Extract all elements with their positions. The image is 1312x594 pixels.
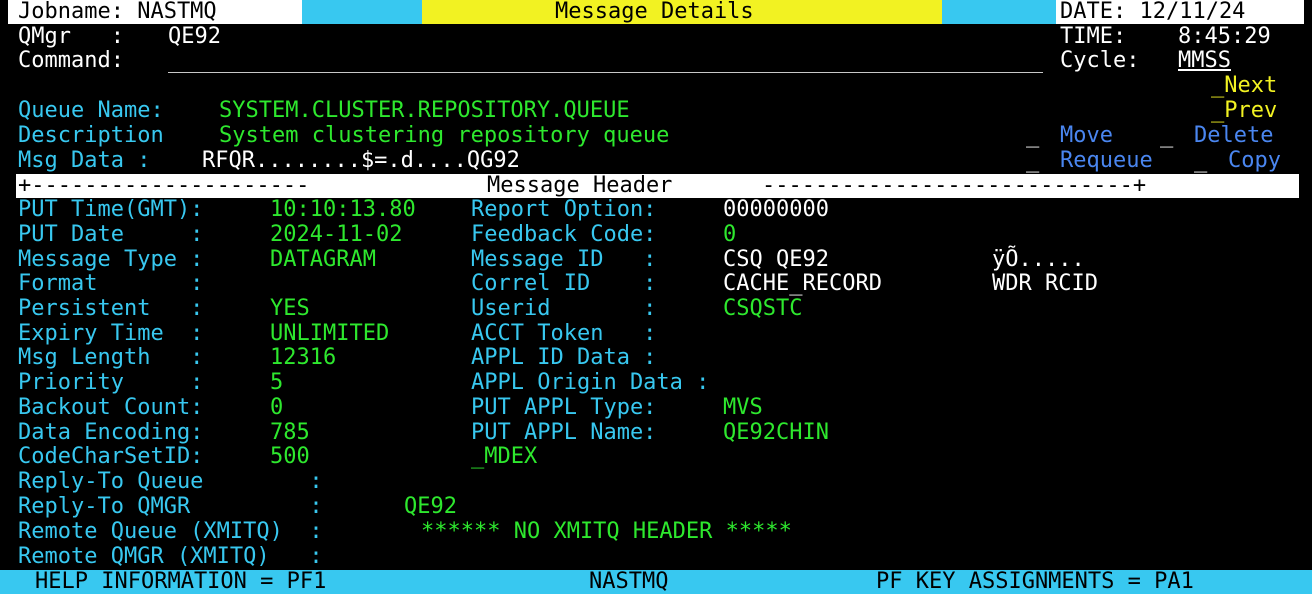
msg-data-value: RFQR........$=.d....QG92 [202, 148, 520, 173]
description-value: System clustering repository queue [219, 123, 670, 148]
correl-id-extra: WDR RCID [992, 271, 1098, 296]
report-option-label: Report Option: [471, 197, 657, 222]
codecharsetid-label: CodeCharSetID: [18, 444, 204, 469]
pf-key-assignments: PF KEY ASSIGNMENTS = PA1 [876, 569, 1194, 594]
put-appl-name-value: QE92CHIN [723, 420, 829, 445]
remote-queue-label: Remote Queue (XMITQ) : [18, 519, 323, 544]
format-label: Format : [18, 271, 204, 296]
queue-name-label: Queue Name: [18, 98, 164, 123]
feedback-code-label: Feedback Code: [471, 222, 657, 247]
put-appl-name-label: PUT APPL Name: [471, 420, 657, 445]
acct-token-label: ACCT Token : [471, 321, 657, 346]
priority-value: 5 [270, 370, 284, 395]
requeue-action[interactable]: Requeue [1060, 149, 1153, 173]
reply-to-queue-label: Reply-To Queue : [18, 469, 323, 494]
screen-title: Message Details [555, 0, 754, 24]
appl-origin-data-label: APPL Origin Data : [471, 370, 710, 395]
correl-id-value: CACHE_RECORD [723, 271, 882, 296]
remote-qmgr-label: Remote QMGR (XMITQ) : [18, 544, 323, 569]
cycle-label: Cycle: [1060, 48, 1140, 73]
msg-length-label: Msg Length : [18, 345, 204, 370]
reply-to-qmgr-label: Reply-To QMGR : [18, 494, 323, 519]
queue-name-value: SYSTEM.CLUSTER.REPOSITORY.QUEUE [219, 98, 630, 123]
userid-label: Userid : [471, 296, 657, 321]
correl-id-label: Correl ID : [471, 271, 657, 296]
xmitq-header-notice: ****** NO XMITQ HEADER ***** [421, 519, 792, 544]
put-date-value: 2024-11-02 [270, 222, 403, 247]
requeue-select-field[interactable]: _ [1026, 149, 1039, 173]
command-input-underline [168, 72, 1043, 73]
qmgr-value: QE92 [168, 24, 221, 49]
expiry-time-label: Expiry Time : [18, 321, 204, 346]
mdex-action[interactable]: _MDEX [471, 445, 537, 469]
msg-length-value: 12316 [270, 345, 337, 370]
move-select-field[interactable]: _ [1026, 124, 1039, 148]
copy-select-field[interactable]: _ [1194, 149, 1207, 173]
data-encoding-label: Data Encoding: [18, 420, 204, 445]
put-time-value: 10:10:13.80 [270, 197, 416, 222]
put-date-label: PUT Date : [18, 222, 204, 247]
command-input[interactable] [168, 49, 1043, 73]
prev-action[interactable]: _Prev [1211, 99, 1277, 123]
move-action[interactable]: Move [1060, 124, 1113, 148]
feedback-code-value: 0 [723, 222, 737, 247]
msg-data-label: Msg Data : [18, 148, 151, 173]
description-label: Description [18, 123, 164, 148]
priority-label: Priority : [18, 370, 204, 395]
backout-count-value: 0 [270, 395, 284, 420]
divider-left-rule: +--------------------- [18, 173, 310, 198]
time-value: 8:45:29 [1178, 24, 1271, 49]
divider-right-rule: ----------------------------+ [762, 173, 1147, 198]
reply-to-qmgr-value: QE92 [404, 494, 457, 519]
data-encoding-value: 785 [270, 420, 310, 445]
message-id-label: Message ID : [471, 247, 657, 272]
top-bar-cyan-right [942, 0, 1056, 24]
backout-count-label: Backout Count: [18, 395, 204, 420]
put-appl-type-label: PUT APPL Type: [471, 395, 657, 420]
expiry-time-value: UNLIMITED [270, 321, 390, 346]
jobname-text: Jobname: NASTMQ [18, 0, 217, 24]
time-label: TIME: [1060, 24, 1127, 49]
report-option-value: 00000000 [723, 197, 829, 222]
put-time-label: PUT Time(GMT): [18, 197, 204, 222]
cycle-value-field[interactable]: MMSS [1178, 49, 1231, 73]
copy-action[interactable]: Copy [1228, 149, 1281, 173]
userid-value: CSQSTC [723, 296, 803, 321]
command-label: Command: [18, 48, 124, 73]
qmgr-label: QMgr : [18, 24, 124, 49]
delete-action[interactable]: Delete [1194, 124, 1273, 148]
persistent-label: Persistent : [18, 296, 204, 321]
footer-jobname: NASTMQ [589, 569, 669, 594]
message-id-value: CSQ QE92 [723, 247, 829, 272]
put-appl-type-value: MVS [723, 395, 763, 420]
section-title: Message Header [487, 173, 673, 198]
codecharsetid-value: 500 [270, 444, 310, 469]
message-id-extra: ÿÕ..... [992, 247, 1085, 272]
message-type-value: DATAGRAM [270, 247, 376, 272]
next-action[interactable]: _Next [1211, 74, 1277, 98]
top-bar-cyan-left [302, 0, 422, 24]
persistent-value: YES [270, 296, 310, 321]
appl-id-data-label: APPL ID Data : [471, 345, 657, 370]
help-info: HELP INFORMATION = PF1 [35, 569, 327, 594]
delete-select-field[interactable]: _ [1160, 124, 1173, 148]
date-text: DATE: 12/11/24 [1060, 0, 1246, 24]
message-type-label: Message Type : [18, 247, 204, 272]
